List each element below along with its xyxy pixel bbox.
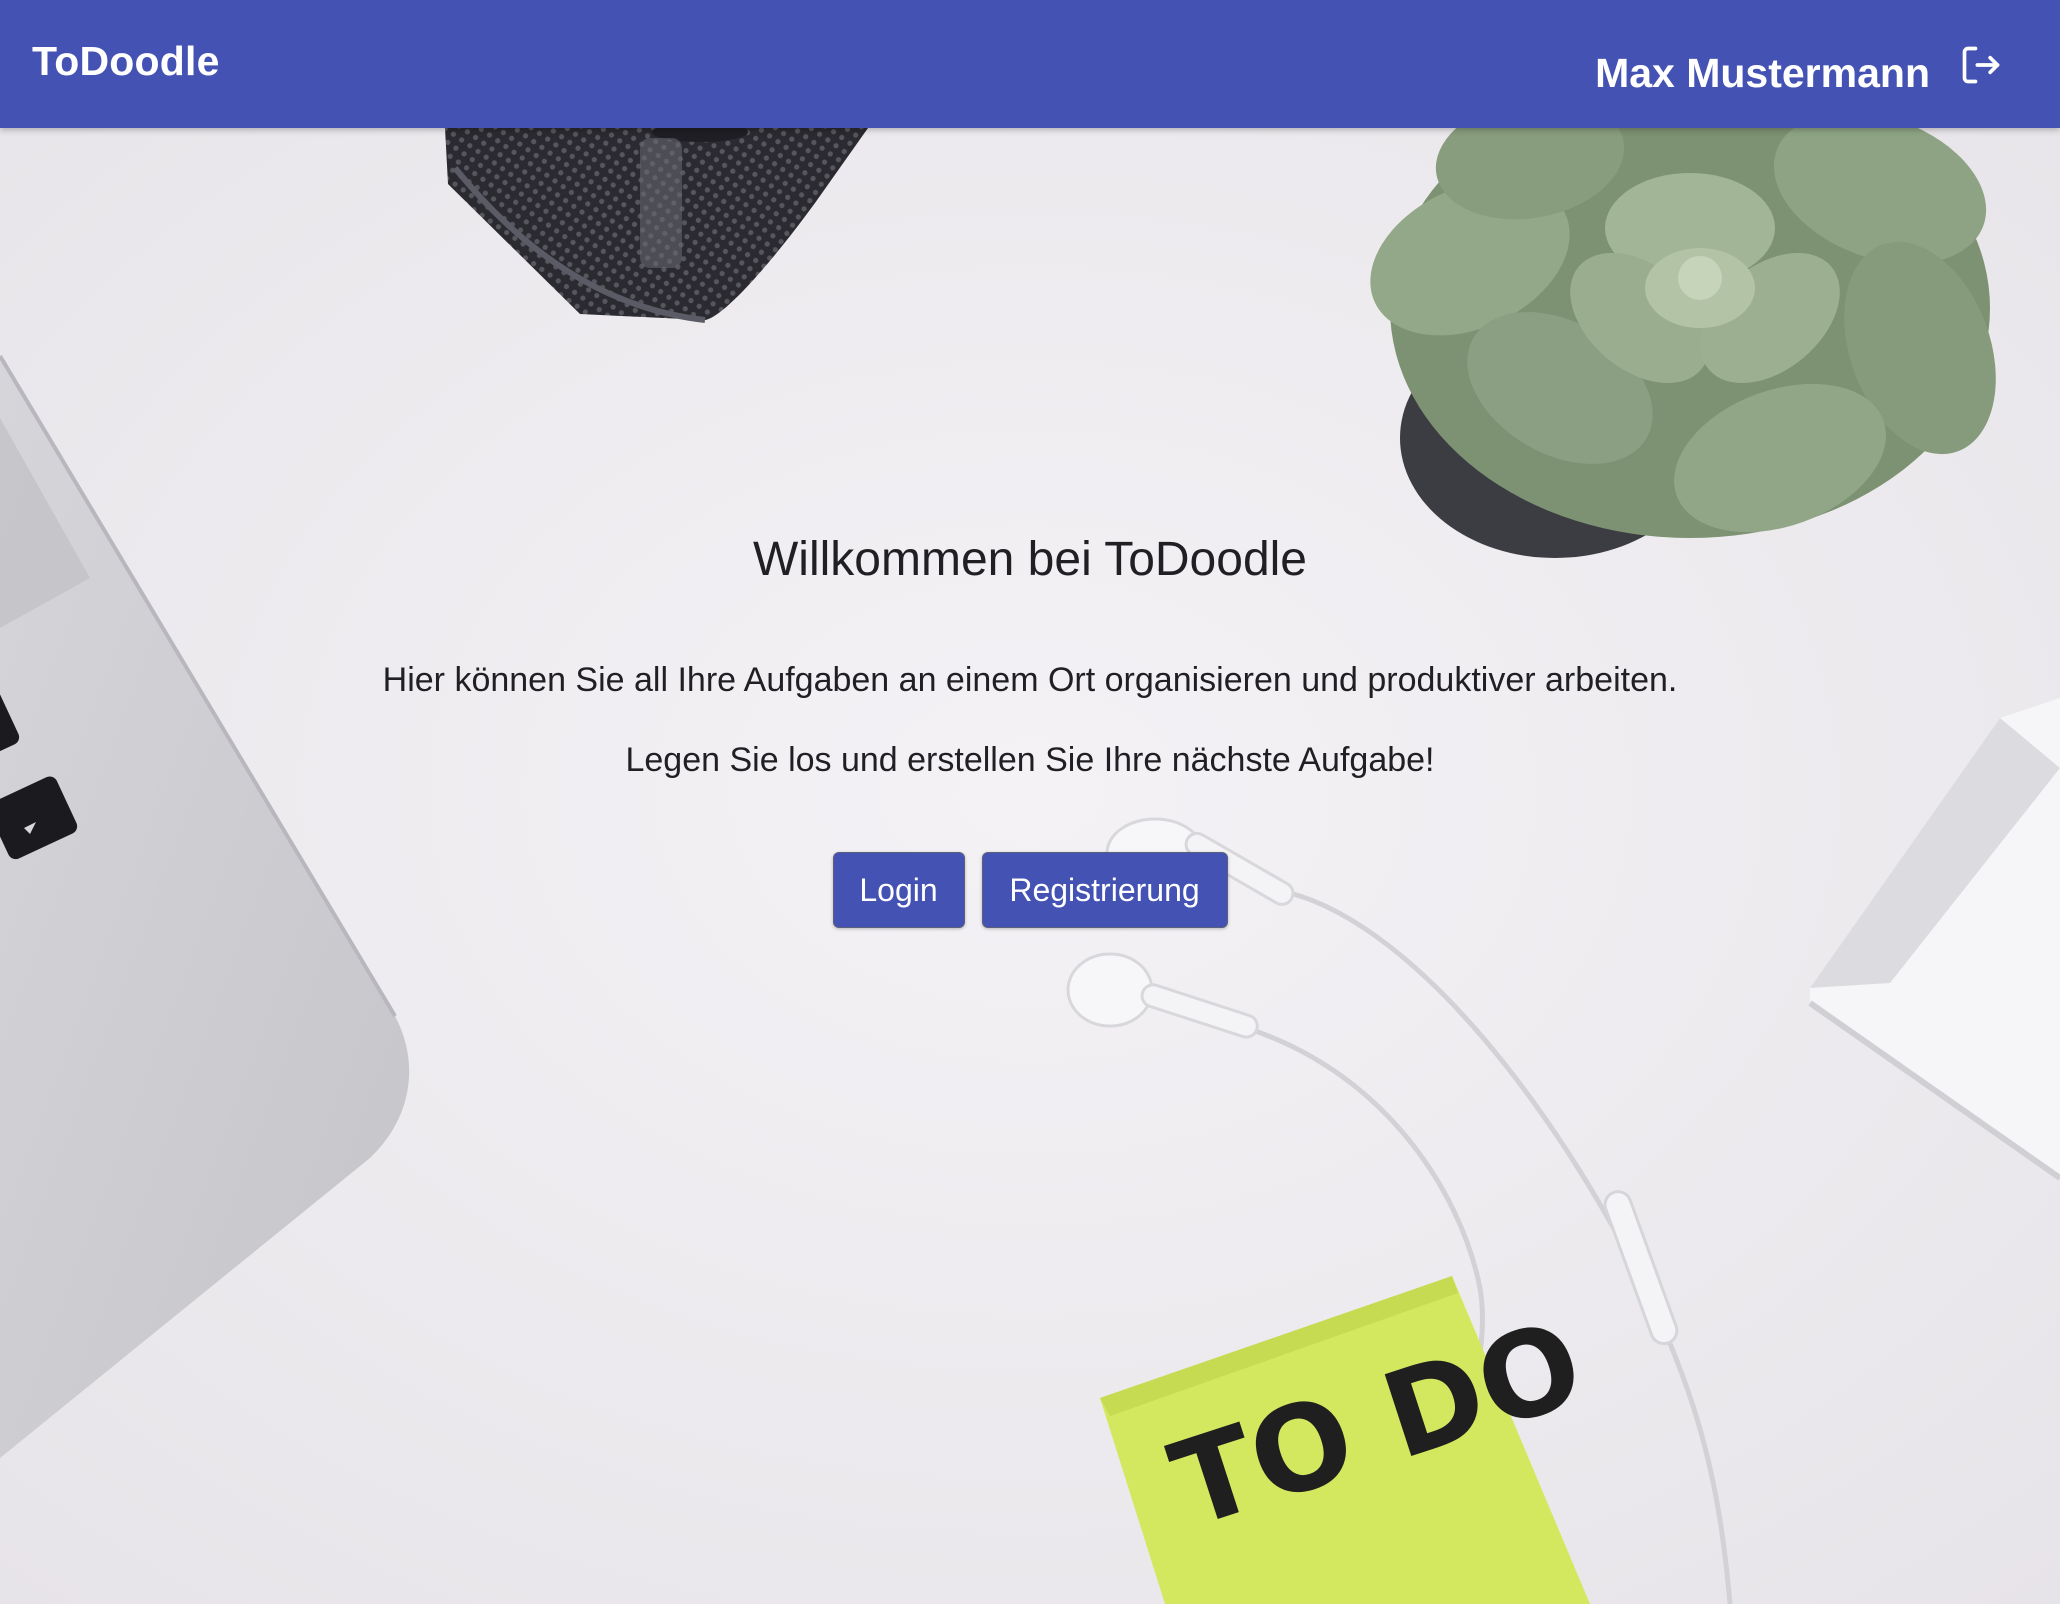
user-name: Max Mustermann: [1595, 50, 1930, 96]
auth-actions: Login Registrierung: [0, 852, 2060, 928]
welcome-title: Willkommen bei ToDoodle: [752, 533, 1307, 586]
login-button[interactable]: Login: [832, 852, 965, 928]
app-brand[interactable]: ToDoodle: [32, 38, 220, 85]
logout-icon: [1962, 46, 2000, 84]
register-button[interactable]: Registrierung: [981, 852, 1228, 928]
welcome-section: Willkommen bei ToDoodle Hier können Sie …: [0, 532, 2060, 928]
app-bar: ToDoodle Max Mustermann: [0, 0, 2060, 128]
welcome-description: Hier können Sie all Ihre Aufgaben an ein…: [382, 661, 1678, 699]
welcome-call-to-action: Legen Sie los und erstellen Sie Ihre näc…: [625, 741, 1435, 779]
logout-button[interactable]: [1956, 40, 2006, 90]
hero-section: TO DO Willkommen bei ToDoodle Hier könne…: [0, 128, 2060, 1604]
